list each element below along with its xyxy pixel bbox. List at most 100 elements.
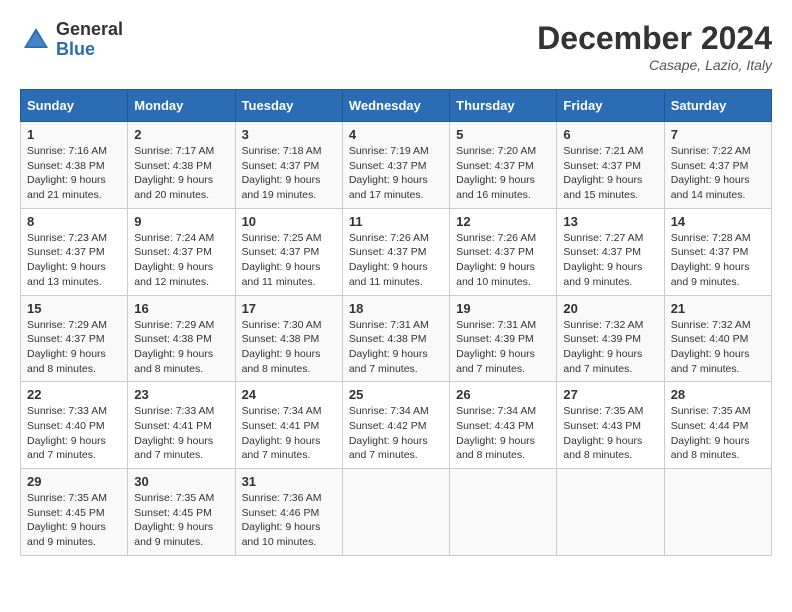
- day-number: 17: [242, 301, 336, 316]
- calendar-cell: 27 Sunrise: 7:35 AMSunset: 4:43 PMDayligh…: [557, 382, 664, 469]
- calendar-week-row: 1 Sunrise: 7:16 AMSunset: 4:38 PMDaylight…: [21, 122, 772, 209]
- calendar-cell: 19 Sunrise: 7:31 AMSunset: 4:39 PMDayligh…: [450, 295, 557, 382]
- day-info: Sunrise: 7:27 AMSunset: 4:37 PMDaylight:…: [563, 231, 657, 290]
- day-number: 28: [671, 387, 765, 402]
- day-info: Sunrise: 7:16 AMSunset: 4:38 PMDaylight:…: [27, 144, 121, 203]
- weekday-header-monday: Monday: [128, 90, 235, 122]
- logo-general-text: General: [56, 20, 123, 40]
- title-block: December 2024 Casape, Lazio, Italy: [537, 20, 772, 73]
- calendar-cell: 14 Sunrise: 7:28 AMSunset: 4:37 PMDayligh…: [664, 208, 771, 295]
- day-info: Sunrise: 7:25 AMSunset: 4:37 PMDaylight:…: [242, 231, 336, 290]
- calendar-cell: 5 Sunrise: 7:20 AMSunset: 4:37 PMDaylight…: [450, 122, 557, 209]
- calendar-cell: 21 Sunrise: 7:32 AMSunset: 4:40 PMDayligh…: [664, 295, 771, 382]
- day-number: 19: [456, 301, 550, 316]
- day-info: Sunrise: 7:34 AMSunset: 4:42 PMDaylight:…: [349, 404, 443, 463]
- calendar-week-row: 29 Sunrise: 7:35 AMSunset: 4:45 PMDayligh…: [21, 469, 772, 556]
- calendar-cell: 31 Sunrise: 7:36 AMSunset: 4:46 PMDayligh…: [235, 469, 342, 556]
- day-info: Sunrise: 7:28 AMSunset: 4:37 PMDaylight:…: [671, 231, 765, 290]
- day-number: 10: [242, 214, 336, 229]
- calendar-cell: 4 Sunrise: 7:19 AMSunset: 4:37 PMDaylight…: [342, 122, 449, 209]
- day-number: 13: [563, 214, 657, 229]
- day-info: Sunrise: 7:33 AMSunset: 4:40 PMDaylight:…: [27, 404, 121, 463]
- day-info: Sunrise: 7:23 AMSunset: 4:37 PMDaylight:…: [27, 231, 121, 290]
- day-number: 30: [134, 474, 228, 489]
- page-header: General Blue December 2024 Casape, Lazio…: [20, 20, 772, 73]
- weekday-header-tuesday: Tuesday: [235, 90, 342, 122]
- day-info: Sunrise: 7:26 AMSunset: 4:37 PMDaylight:…: [456, 231, 550, 290]
- location-text: Casape, Lazio, Italy: [537, 57, 772, 73]
- day-number: 16: [134, 301, 228, 316]
- calendar-cell: [342, 469, 449, 556]
- day-number: 29: [27, 474, 121, 489]
- day-number: 15: [27, 301, 121, 316]
- calendar-cell: 28 Sunrise: 7:35 AMSunset: 4:44 PMDayligh…: [664, 382, 771, 469]
- day-info: Sunrise: 7:35 AMSunset: 4:43 PMDaylight:…: [563, 404, 657, 463]
- day-number: 21: [671, 301, 765, 316]
- calendar-cell: [664, 469, 771, 556]
- weekday-header-friday: Friday: [557, 90, 664, 122]
- day-number: 12: [456, 214, 550, 229]
- calendar-cell: 17Sunrise: 7:30 AMSunset: 4:38 PMDayligh…: [235, 295, 342, 382]
- day-number: 18: [349, 301, 443, 316]
- day-number: 22: [27, 387, 121, 402]
- calendar-cell: 7 Sunrise: 7:22 AMSunset: 4:37 PMDaylight…: [664, 122, 771, 209]
- day-info: Sunrise: 7:35 AMSunset: 4:45 PMDaylight:…: [134, 491, 228, 550]
- weekday-header-sunday: Sunday: [21, 90, 128, 122]
- day-info: Sunrise: 7:26 AMSunset: 4:37 PMDaylight:…: [349, 231, 443, 290]
- day-number: 11: [349, 214, 443, 229]
- calendar-cell: 11 Sunrise: 7:26 AMSunset: 4:37 PMDayligh…: [342, 208, 449, 295]
- day-info: Sunrise: 7:32 AMSunset: 4:39 PMDaylight:…: [563, 318, 657, 377]
- day-number: 27: [563, 387, 657, 402]
- day-number: 1: [27, 127, 121, 142]
- day-info: Sunrise: 7:29 AMSunset: 4:38 PMDaylight:…: [134, 318, 228, 377]
- calendar-cell: 16 Sunrise: 7:29 AMSunset: 4:38 PMDayligh…: [128, 295, 235, 382]
- calendar-week-row: 8 Sunrise: 7:23 AMSunset: 4:37 PMDaylight…: [21, 208, 772, 295]
- day-info: Sunrise: 7:21 AMSunset: 4:37 PMDaylight:…: [563, 144, 657, 203]
- weekday-header-thursday: Thursday: [450, 90, 557, 122]
- day-number: 8: [27, 214, 121, 229]
- calendar-cell: 12 Sunrise: 7:26 AMSunset: 4:37 PMDayligh…: [450, 208, 557, 295]
- calendar-cell: 2Sunrise: 7:17 AMSunset: 4:38 PMDaylight…: [128, 122, 235, 209]
- day-number: 5: [456, 127, 550, 142]
- day-info: Sunrise: 7:24 AMSunset: 4:37 PMDaylight:…: [134, 231, 228, 290]
- day-number: 14: [671, 214, 765, 229]
- calendar-cell: 24Sunrise: 7:34 AMSunset: 4:41 PMDayligh…: [235, 382, 342, 469]
- day-info: Sunrise: 7:31 AMSunset: 4:39 PMDaylight:…: [456, 318, 550, 377]
- day-info: Sunrise: 7:35 AMSunset: 4:44 PMDaylight:…: [671, 404, 765, 463]
- logo-icon: [20, 24, 52, 56]
- day-number: 9: [134, 214, 228, 229]
- day-info: Sunrise: 7:20 AMSunset: 4:37 PMDaylight:…: [456, 144, 550, 203]
- day-info: Sunrise: 7:36 AMSunset: 4:46 PMDaylight:…: [242, 491, 336, 550]
- day-info: Sunrise: 7:18 AMSunset: 4:37 PMDaylight:…: [242, 144, 336, 203]
- weekday-header-saturday: Saturday: [664, 90, 771, 122]
- day-info: Sunrise: 7:33 AMSunset: 4:41 PMDaylight:…: [134, 404, 228, 463]
- calendar-week-row: 15Sunrise: 7:29 AMSunset: 4:37 PMDayligh…: [21, 295, 772, 382]
- day-info: Sunrise: 7:17 AMSunset: 4:38 PMDaylight:…: [134, 144, 228, 203]
- day-number: 6: [563, 127, 657, 142]
- calendar-cell: [557, 469, 664, 556]
- day-number: 3: [242, 127, 336, 142]
- calendar-cell: 30 Sunrise: 7:35 AMSunset: 4:45 PMDayligh…: [128, 469, 235, 556]
- day-info: Sunrise: 7:22 AMSunset: 4:37 PMDaylight:…: [671, 144, 765, 203]
- weekday-header-wednesday: Wednesday: [342, 90, 449, 122]
- day-number: 24: [242, 387, 336, 402]
- calendar-header-row: SundayMondayTuesdayWednesdayThursdayFrid…: [21, 90, 772, 122]
- day-number: 4: [349, 127, 443, 142]
- day-number: 7: [671, 127, 765, 142]
- calendar-cell: 18 Sunrise: 7:31 AMSunset: 4:38 PMDayligh…: [342, 295, 449, 382]
- calendar-cell: 9 Sunrise: 7:24 AMSunset: 4:37 PMDaylight…: [128, 208, 235, 295]
- day-number: 26: [456, 387, 550, 402]
- calendar-week-row: 22 Sunrise: 7:33 AMSunset: 4:40 PMDayligh…: [21, 382, 772, 469]
- calendar-cell: 15Sunrise: 7:29 AMSunset: 4:37 PMDayligh…: [21, 295, 128, 382]
- day-info: Sunrise: 7:19 AMSunset: 4:37 PMDaylight:…: [349, 144, 443, 203]
- month-title: December 2024: [537, 20, 772, 57]
- calendar-cell: 22 Sunrise: 7:33 AMSunset: 4:40 PMDayligh…: [21, 382, 128, 469]
- day-number: 20: [563, 301, 657, 316]
- day-info: Sunrise: 7:31 AMSunset: 4:38 PMDaylight:…: [349, 318, 443, 377]
- day-info: Sunrise: 7:32 AMSunset: 4:40 PMDaylight:…: [671, 318, 765, 377]
- calendar-cell: 3 Sunrise: 7:18 AMSunset: 4:37 PMDaylight…: [235, 122, 342, 209]
- day-number: 31: [242, 474, 336, 489]
- calendar-cell: 10 Sunrise: 7:25 AMSunset: 4:37 PMDayligh…: [235, 208, 342, 295]
- calendar-cell: 29Sunrise: 7:35 AMSunset: 4:45 PMDayligh…: [21, 469, 128, 556]
- calendar-cell: 20 Sunrise: 7:32 AMSunset: 4:39 PMDayligh…: [557, 295, 664, 382]
